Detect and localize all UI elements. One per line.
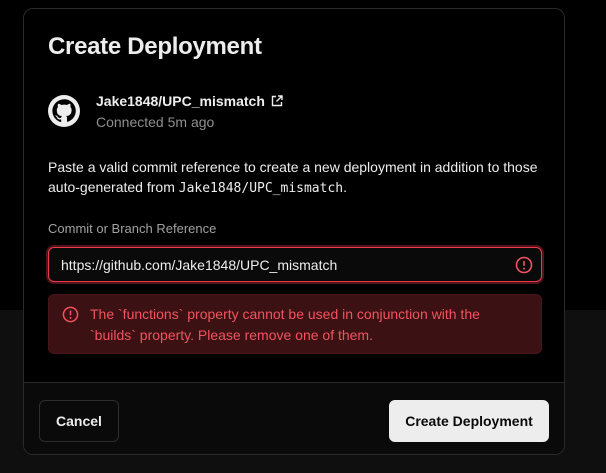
- commit-reference-input[interactable]: [49, 248, 509, 281]
- alert-circle-icon: [62, 306, 79, 323]
- alert-circle-icon: [515, 256, 533, 274]
- repository-link[interactable]: Jake1848/UPC_mismatch: [96, 93, 283, 109]
- error-message: The `functions` property cannot be used …: [90, 306, 480, 343]
- dialog-title: Create Deployment: [48, 33, 262, 60]
- create-deployment-button[interactable]: Create Deployment: [389, 400, 549, 442]
- dialog-description: Paste a valid commit reference to create…: [48, 157, 538, 199]
- commit-reference-field: [48, 247, 542, 282]
- description-suffix: .: [343, 179, 348, 195]
- dialog-footer: Cancel Create Deployment: [24, 382, 564, 454]
- dialog-body: Create Deployment Jake1848/UPC_mismatch …: [24, 9, 564, 382]
- create-deployment-dialog: Create Deployment Jake1848/UPC_mismatch …: [23, 8, 565, 455]
- repository-info: Jake1848/UPC_mismatch Connected 5m ago: [48, 93, 528, 133]
- github-icon: [48, 95, 80, 127]
- external-link-icon[interactable]: [271, 95, 283, 107]
- connection-status: Connected 5m ago: [96, 114, 215, 130]
- repository-name[interactable]: Jake1848/UPC_mismatch: [96, 93, 265, 109]
- description-repo-ref: Jake1848/UPC_mismatch: [178, 181, 344, 196]
- commit-reference-label: Commit or Branch Reference: [48, 221, 217, 236]
- cancel-button[interactable]: Cancel: [39, 400, 119, 442]
- error-message-box: The `functions` property cannot be used …: [48, 294, 542, 354]
